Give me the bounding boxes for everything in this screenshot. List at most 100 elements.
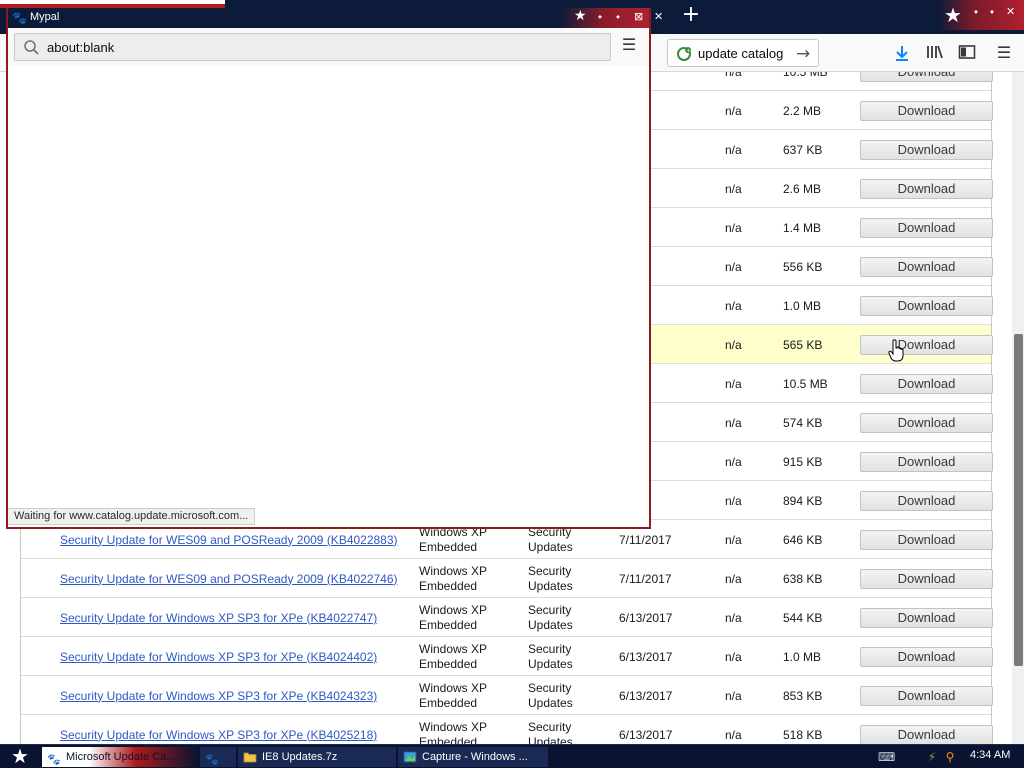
last-updated-cell: 7/11/2017 bbox=[619, 571, 672, 586]
taskbar-item-update-catalog[interactable]: 🐾 Microsoft Update Ca... bbox=[42, 747, 197, 767]
classification-cell: Security Updates bbox=[528, 602, 573, 632]
close-icon[interactable]: ✕ bbox=[654, 10, 663, 23]
minimize-icon[interactable]: ⬩ bbox=[974, 5, 978, 19]
download-button[interactable]: Download bbox=[860, 490, 993, 511]
download-cell: Download bbox=[860, 559, 993, 598]
taskbar-item-label: Microsoft Update Ca... bbox=[66, 751, 176, 763]
download-icon[interactable] bbox=[892, 44, 912, 64]
last-updated-cell: 6/13/2017 bbox=[619, 727, 673, 742]
version-cell: n/a bbox=[725, 688, 742, 703]
download-button[interactable]: Download bbox=[860, 178, 993, 199]
size-cell: 637 KB bbox=[783, 142, 823, 157]
classification-cell: Security Updates bbox=[528, 641, 573, 671]
size-cell: 1.0 MB bbox=[783, 298, 822, 313]
update-title-link[interactable]: Security Update for Windows XP SP3 for X… bbox=[60, 637, 412, 676]
menu-icon[interactable]: ☰ bbox=[620, 36, 638, 54]
size-cell: 574 KB bbox=[783, 415, 823, 430]
last-updated-cell: 6/13/2017 bbox=[619, 610, 673, 625]
version-cell: n/a bbox=[725, 72, 765, 91]
download-cell: Download bbox=[860, 325, 993, 364]
download-button[interactable]: Download bbox=[860, 72, 993, 82]
size-cell: 10.5 MB bbox=[783, 72, 853, 91]
product-cell: Windows XP Embedded bbox=[419, 719, 487, 745]
download-button[interactable]: Download bbox=[860, 373, 993, 394]
version-cell: n/a bbox=[725, 571, 742, 586]
size-cell: 2.6 MB bbox=[783, 181, 822, 196]
table-row: Security Update for WES09 and POSReady 2… bbox=[21, 559, 993, 598]
mypal-app-icon: 🐾 bbox=[12, 11, 27, 25]
version-cell: n/a bbox=[725, 220, 742, 235]
address-bar[interactable]: + update catalog → bbox=[667, 39, 819, 67]
size-cell: 544 KB bbox=[783, 610, 823, 625]
version-cell: n/a bbox=[725, 415, 742, 430]
product-cell: Windows XP Embedded bbox=[419, 680, 487, 710]
status-text: Waiting for www.catalog.update.microsoft… bbox=[8, 508, 256, 525]
system-tray: ⌨ ⚡ ⚲ 4:34 AM bbox=[870, 747, 1024, 767]
go-arrow-icon[interactable]: → bbox=[796, 44, 810, 64]
address-text[interactable]: update catalog bbox=[698, 46, 783, 61]
size-cell: 1.0 MB bbox=[783, 649, 822, 664]
taskbar: ★ 🐾 Microsoft Update Ca... 🐾 IE8 Updates… bbox=[0, 744, 1024, 768]
size-cell: 10.5 MB bbox=[783, 376, 828, 391]
search-icon[interactable]: ⚲ bbox=[942, 749, 958, 765]
download-cell: Download bbox=[860, 286, 993, 325]
maximize-icon[interactable]: ⬩ bbox=[990, 5, 994, 19]
popup-url-text[interactable]: about:blank bbox=[47, 40, 114, 55]
classification-cell: Security Updates bbox=[528, 680, 573, 710]
start-button[interactable]: ★ bbox=[2, 746, 38, 768]
download-cell: Download bbox=[860, 442, 993, 481]
new-tab-button[interactable]: + bbox=[679, 4, 703, 28]
menu-icon[interactable]: ☰ bbox=[994, 44, 1014, 64]
close-icon[interactable]: ✕ bbox=[1006, 5, 1015, 18]
download-button[interactable]: Download bbox=[860, 334, 993, 355]
download-button[interactable]: Download bbox=[860, 100, 993, 121]
size-cell: 556 KB bbox=[783, 259, 823, 274]
popup-toolbar: about:blank ☰ bbox=[8, 28, 649, 66]
download-button[interactable]: Download bbox=[860, 295, 993, 316]
download-cell: Download bbox=[860, 91, 993, 130]
taskbar-item-capture[interactable]: Capture - Windows ... bbox=[398, 747, 548, 767]
popup-titlebar[interactable]: 🐾 Mypal ★ ⬩ ⬩ ⊠ ✕ bbox=[8, 8, 663, 28]
taskbar-item-label: Capture - Windows ... bbox=[422, 751, 528, 763]
download-button[interactable]: Download bbox=[860, 139, 993, 160]
update-title-link[interactable]: Security Update for Windows XP SP3 for X… bbox=[60, 598, 412, 637]
update-title-link[interactable]: Security Update for WES09 and POSReady 2… bbox=[60, 559, 412, 598]
download-cell: Download bbox=[860, 676, 993, 715]
download-cell: Download bbox=[860, 169, 993, 208]
download-button[interactable]: Download bbox=[860, 685, 993, 706]
keyboard-icon[interactable]: ⌨ bbox=[878, 749, 895, 765]
download-cell: Download bbox=[860, 130, 993, 169]
taskbar-item-ie8-updates[interactable]: IE8 Updates.7z bbox=[238, 747, 396, 767]
version-cell: n/a bbox=[725, 454, 742, 469]
download-button[interactable]: Download bbox=[860, 529, 993, 550]
download-button[interactable]: Download bbox=[860, 568, 993, 589]
network-icon[interactable]: ⚡ bbox=[924, 749, 940, 765]
download-button[interactable]: Download bbox=[860, 256, 993, 277]
size-cell: 2.2 MB bbox=[783, 103, 822, 118]
scrollbar-thumb[interactable] bbox=[1014, 334, 1023, 666]
download-button[interactable]: Download bbox=[860, 217, 993, 238]
download-button[interactable]: Download bbox=[860, 724, 993, 744]
version-cell: n/a bbox=[725, 493, 742, 508]
version-cell: n/a bbox=[725, 181, 742, 196]
classification-cell: Security Updates bbox=[528, 563, 573, 593]
maximize-icon[interactable]: ⬩ bbox=[616, 10, 620, 24]
classification-cell: Security Updates bbox=[528, 719, 573, 745]
popup-address-bar[interactable]: about:blank bbox=[14, 33, 611, 61]
download-button[interactable]: Download bbox=[860, 646, 993, 667]
update-title-link[interactable]: Security Update for Windows XP SP3 for X… bbox=[60, 715, 412, 744]
flag-decoration bbox=[0, 0, 225, 8]
download-button[interactable]: Download bbox=[860, 451, 993, 472]
minimize-icon[interactable]: ⬩ bbox=[598, 10, 602, 24]
library-icon[interactable] bbox=[925, 44, 945, 64]
restore-icon[interactable]: ⊠ bbox=[634, 10, 643, 23]
version-cell: n/a bbox=[725, 610, 742, 625]
taskbar-item-mypal[interactable]: 🐾 bbox=[200, 747, 236, 767]
sidebar-icon[interactable] bbox=[957, 44, 977, 64]
vertical-scrollbar[interactable] bbox=[1012, 72, 1024, 744]
download-button[interactable]: Download bbox=[860, 412, 993, 433]
update-title-link[interactable]: Security Update for Windows XP SP3 for X… bbox=[60, 676, 412, 715]
download-button[interactable]: Download bbox=[860, 607, 993, 628]
popup-title: Mypal bbox=[30, 11, 60, 23]
size-cell: 646 KB bbox=[783, 532, 823, 547]
